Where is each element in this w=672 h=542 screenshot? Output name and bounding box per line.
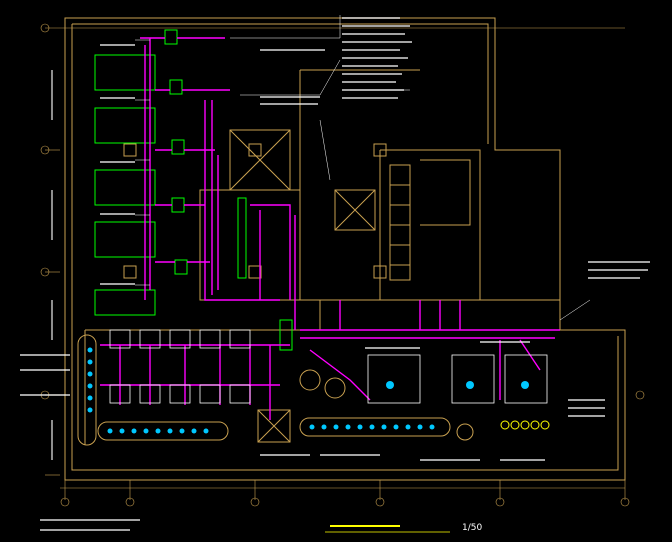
drawing-scale: 1/50 xyxy=(462,523,482,533)
electrical-floor-plan: 1/50 xyxy=(0,0,672,542)
canvas-background xyxy=(0,0,672,542)
